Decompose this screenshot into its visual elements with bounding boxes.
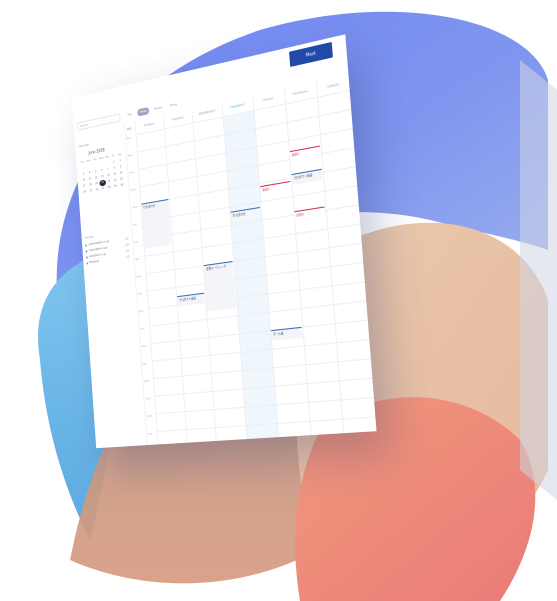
- hour-label: 7pm: [140, 327, 149, 331]
- search-input[interactable]: Search: [77, 113, 121, 130]
- mini-calendar-date[interactable]: 30: [119, 182, 126, 189]
- group-dot-icon: [86, 262, 88, 264]
- calendar-event[interactable]: 打ち合わせ: [141, 199, 171, 249]
- groups-section-label: Groups: [85, 234, 94, 239]
- calendar-event[interactable]: プロダクト会議: [291, 168, 322, 184]
- hour-label: 4pm: [136, 274, 145, 278]
- group-dot-icon: [86, 250, 88, 252]
- tab-day[interactable]: Day: [125, 110, 135, 119]
- hour-label: 10pm: [144, 379, 153, 383]
- tab-today[interactable]: Today: [167, 100, 180, 110]
- calendar-event[interactable]: 新規①: [260, 181, 291, 197]
- week-grid: DAY MONDAY TUESDAY WEDNESDAY THURSDAY FRIDAY S…: [124, 74, 377, 445]
- hour-label: 11pm: [145, 397, 154, 401]
- hour-label: 9pm: [143, 362, 152, 366]
- hour-label: 1am: [148, 432, 157, 436]
- hour-label: 8pm: [141, 344, 150, 348]
- calendar-section-label: Calendar: [78, 142, 89, 148]
- tab-month[interactable]: Month: [151, 103, 165, 113]
- group-label: sato@tech.co.jp: [89, 253, 106, 259]
- hour-label: 11am: [130, 188, 138, 193]
- group-label: Meetings: [90, 260, 100, 264]
- calendar-app-window: Search Day Week Month Today Meet Calenda…: [72, 34, 377, 448]
- hour-label: 12am: [146, 414, 155, 418]
- hour-label: 9am: [128, 153, 136, 158]
- group-dot-icon: [85, 244, 87, 246]
- hour-label: 10am: [129, 170, 137, 175]
- tab-week[interactable]: Week: [137, 107, 149, 117]
- calendar-event[interactable]: 新規③: [294, 206, 326, 222]
- group-toggle[interactable]: [126, 255, 130, 259]
- calendar-event[interactable]: プロダクト会議: [177, 292, 205, 306]
- mini-calendar: Sun Mon Tue Wed Thu Fri Sat 1 2 3 4 5 6 7 8 9 10 11 12 13 14…: [79, 152, 125, 196]
- hour-label: 8am: [127, 136, 135, 141]
- group-dot-icon: [86, 256, 88, 258]
- group-label: yamada@tech.co.jp: [88, 240, 109, 246]
- calendar-event[interactable]: チーム会: [271, 327, 302, 341]
- calendar-event[interactable]: 定例ミーティング: [204, 261, 236, 311]
- mini-calendar-month: June 2018: [88, 147, 104, 155]
- hour-label: 1pm: [133, 222, 141, 226]
- hour-label: 3pm: [135, 257, 144, 261]
- group-toggle[interactable]: [125, 249, 129, 253]
- hour-label: 12pm: [132, 205, 140, 209]
- hour-label: 5pm: [138, 292, 147, 296]
- calendar-event[interactable]: 新規②: [289, 146, 320, 163]
- hour-label: 2pm: [134, 240, 143, 244]
- hour-label: 6pm: [139, 309, 148, 313]
- group-label: suzuki@tech.co.jp: [89, 246, 108, 252]
- meet-button[interactable]: Meet: [289, 42, 333, 67]
- group-toggle[interactable]: [125, 237, 129, 241]
- group-toggle[interactable]: [125, 243, 129, 247]
